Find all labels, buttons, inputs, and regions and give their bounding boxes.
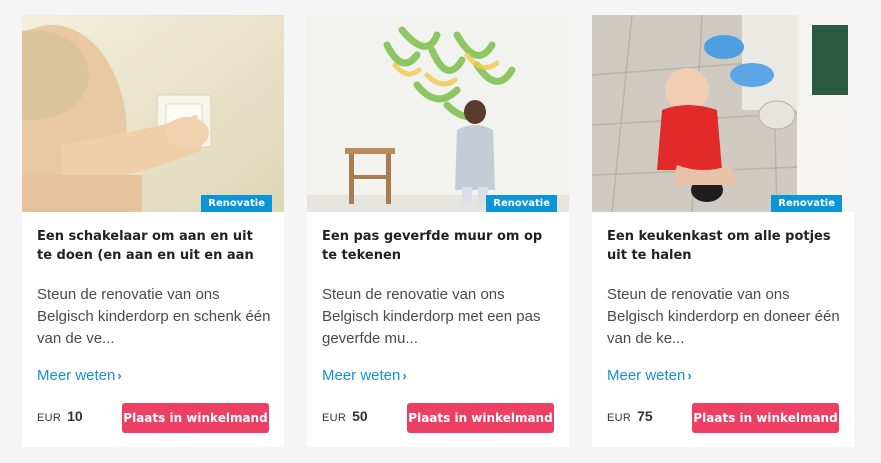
price-currency: EUR (607, 412, 632, 424)
child-painting-wall-photo (307, 15, 569, 212)
add-to-cart-button[interactable]: Plaats in winkelmand (407, 403, 554, 433)
child-kitchen-cabinet-photo (592, 15, 854, 212)
price-currency: EUR (37, 412, 62, 424)
product-image-light-switch[interactable] (22, 15, 284, 212)
add-to-cart-button[interactable]: Plaats in winkelmand (692, 403, 839, 433)
price-amount: 10 (67, 408, 83, 424)
product-card[interactable]: Renovatie Een schakelaar om aan en uit t… (22, 15, 284, 447)
more-info-label: Meer weten (322, 367, 401, 384)
chevron-right-icon: › (687, 368, 692, 383)
product-card[interactable]: Renovatie Een pas geverfde muur om op te… (307, 15, 569, 447)
toddler-light-switch-photo (22, 15, 284, 212)
chevron-right-icon: › (402, 368, 407, 383)
more-info-label: Meer weten (607, 367, 686, 384)
more-info-link[interactable]: Meer weten › (37, 367, 122, 384)
product-image-kitchen-cabinet[interactable] (592, 15, 854, 212)
chevron-right-icon: › (117, 368, 122, 383)
product-card[interactable]: Renovatie Een keukenkast om alle potjes … (592, 15, 854, 447)
product-description: Steun de renovatie van ons Belgisch kind… (322, 286, 541, 347)
product-description: Steun de renovatie van ons Belgisch kind… (607, 286, 840, 347)
price: EUR 50 (322, 408, 368, 424)
price: EUR 75 (607, 408, 653, 424)
price-amount: 75 (637, 408, 653, 424)
price-currency: EUR (322, 412, 347, 424)
more-info-link[interactable]: Meer weten › (322, 367, 407, 384)
category-badge: Renovatie (486, 195, 557, 212)
product-title: Een keukenkast om alle potjes uit te hal… (607, 229, 831, 263)
category-badge: Renovatie (771, 195, 842, 212)
more-info-label: Meer weten (37, 367, 116, 384)
product-description: Steun de renovatie van ons Belgisch kind… (37, 286, 271, 347)
add-to-cart-button[interactable]: Plaats in winkelmand (122, 403, 269, 433)
price-amount: 50 (352, 408, 368, 424)
product-image-painted-wall[interactable] (307, 15, 569, 212)
more-info-link[interactable]: Meer weten › (607, 367, 692, 384)
product-title: Een pas geverfde muur om op te tekenen (322, 229, 543, 263)
product-title: Een schakelaar om aan en uit te doen (en… (37, 229, 254, 263)
price: EUR 10 (37, 408, 83, 424)
category-badge: Renovatie (201, 195, 272, 212)
